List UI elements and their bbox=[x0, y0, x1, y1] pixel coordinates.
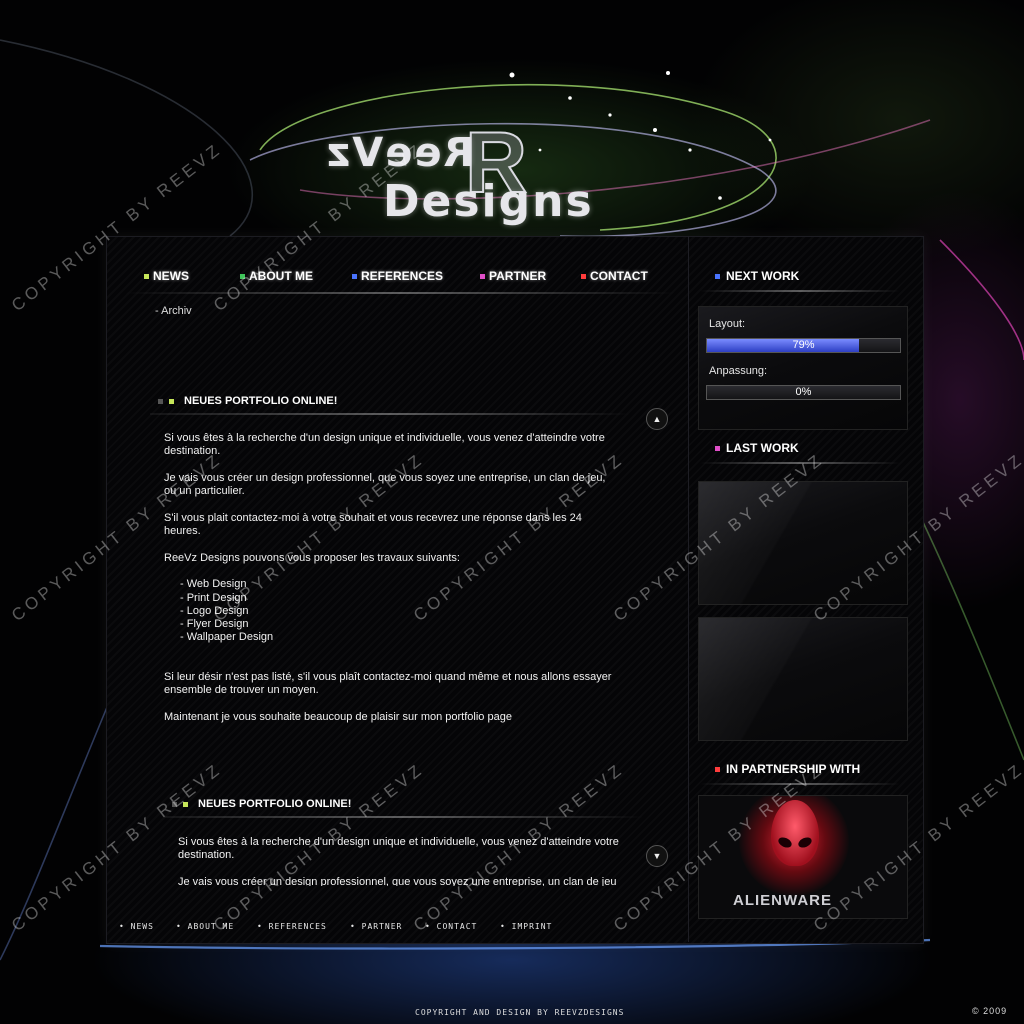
last-work-thumbnail[interactable] bbox=[698, 617, 908, 741]
footer-copyright: COPYRIGHT AND DESIGN BY REEVZDESIGNS bbox=[415, 1008, 625, 1017]
scroll-down-button[interactable]: ▼ bbox=[646, 845, 668, 867]
nav-label: CONTACT bbox=[590, 269, 648, 283]
footer-link-contact[interactable]: • CONTACT bbox=[425, 922, 477, 931]
post-paragraph: Je vais vous créer un design professionn… bbox=[164, 471, 606, 498]
last-work-thumbnail[interactable] bbox=[698, 481, 908, 605]
nav-item-about-me[interactable]: ABOUT ME bbox=[240, 269, 313, 283]
alienware-alien-icon bbox=[771, 800, 819, 866]
nav-label: PARTNER bbox=[489, 269, 547, 283]
thumbnail-gloss bbox=[699, 618, 907, 740]
footer-link-partner[interactable]: • PARTNER bbox=[350, 922, 402, 931]
thumbnail-gloss bbox=[699, 482, 907, 604]
progress-text: 79% bbox=[792, 339, 815, 351]
bullet-icon bbox=[715, 766, 720, 772]
bullet-icon bbox=[715, 445, 720, 451]
anpassung-progress-bar: 0% bbox=[706, 385, 901, 400]
partner-banner[interactable]: ALIENWARE bbox=[698, 795, 908, 919]
nav-item-partner[interactable]: PARTNER bbox=[480, 269, 546, 283]
arrow-down-icon: ▼ bbox=[652, 851, 662, 861]
footer-year: © 2009 bbox=[972, 1006, 1008, 1016]
nav-item-contact[interactable]: CONTACT bbox=[581, 269, 648, 283]
bullet-icon bbox=[144, 273, 149, 279]
sidebar-divider bbox=[688, 236, 689, 942]
next-work-heading: NEXT WORK bbox=[715, 269, 799, 283]
heading-underline bbox=[700, 290, 900, 292]
post-title-text: NEUES PORTFOLIO ONLINE! bbox=[198, 798, 352, 810]
logo-suffix: Designs bbox=[383, 176, 594, 227]
post-body: Si vous êtes à la recherche d'un design … bbox=[178, 836, 628, 886]
list-item: - Logo Design bbox=[180, 604, 249, 617]
post-paragraph: S'il vous plait contactez-moi à votre so… bbox=[164, 511, 582, 538]
alien-eye bbox=[776, 835, 794, 850]
list-item: - Flyer Design bbox=[180, 618, 249, 631]
post-title: NEUES PORTFOLIO ONLINE! bbox=[158, 388, 337, 414]
bullet-icon bbox=[581, 273, 586, 279]
heading-text: IN PARTNERSHIP WITH bbox=[726, 762, 861, 776]
post-paragraph: Je vais vous créer un design professionn… bbox=[178, 875, 617, 886]
footer-link-news[interactable]: • NEWS bbox=[119, 922, 154, 931]
nav-label: REFERENCES bbox=[361, 269, 444, 283]
progress-panel: Layout: 79% Anpassung: 0% bbox=[698, 306, 908, 430]
services-list: - Web Design - Print Design - Logo Desig… bbox=[164, 578, 614, 644]
post-paragraph: Si vous êtes à la recherche d'un design … bbox=[164, 432, 605, 458]
nav-label: ABOUT ME bbox=[249, 269, 313, 283]
heading-text: LAST WORK bbox=[726, 441, 799, 455]
post-title-underline bbox=[164, 816, 644, 818]
nav-underline bbox=[125, 292, 675, 294]
bullet-icon bbox=[480, 273, 485, 279]
bullet-icon bbox=[172, 801, 177, 807]
heading-underline bbox=[700, 783, 900, 785]
logo-wordmark: ReeVzDesigns bbox=[325, 130, 685, 227]
heading-underline bbox=[700, 462, 900, 464]
scroll-up-button[interactable]: ▲ bbox=[646, 408, 668, 430]
bullet-icon bbox=[183, 801, 188, 807]
anpassung-label: Anpassung: bbox=[709, 365, 768, 377]
bullet-icon bbox=[158, 398, 163, 404]
post-paragraph: Si leur désir n'est pas listé, s'il vous… bbox=[164, 670, 612, 697]
post-paragraph: ReeVz Designs pouvons vous proposer les … bbox=[164, 551, 460, 564]
footer-link-about-me[interactable]: • ABOUT ME bbox=[176, 922, 234, 931]
bullet-icon bbox=[240, 273, 245, 279]
partnership-heading: IN PARTNERSHIP WITH bbox=[715, 762, 860, 776]
layout-progress-bar: 79% bbox=[706, 338, 901, 353]
post-body: Si vous êtes à la recherche d'un design … bbox=[164, 432, 614, 737]
partner-name: ALIENWARE bbox=[733, 892, 832, 909]
bullet-icon bbox=[169, 398, 174, 404]
progress-text: 0% bbox=[795, 386, 812, 398]
post-paragraph: Si vous êtes à la recherche d'un design … bbox=[178, 836, 619, 862]
post-title: NEUES PORTFOLIO ONLINE! bbox=[172, 791, 351, 817]
last-work-heading: LAST WORK bbox=[715, 441, 799, 455]
logo-name: ReeVz bbox=[325, 130, 475, 176]
nav-item-references[interactable]: REFERENCES bbox=[352, 269, 443, 283]
layout-label: Layout: bbox=[709, 318, 746, 330]
site-logo[interactable]: R ReeVzDesigns bbox=[325, 114, 685, 227]
list-item: - Web Design bbox=[180, 578, 247, 591]
arrow-up-icon: ▲ bbox=[652, 414, 662, 424]
post-paragraph: Maintenant je vous souhaite beaucoup de … bbox=[164, 710, 512, 723]
bullet-icon bbox=[715, 273, 720, 279]
nav-label: NEWS bbox=[153, 269, 189, 283]
post-title-underline bbox=[150, 413, 630, 415]
list-item: - Wallpaper Design bbox=[180, 631, 274, 644]
footer-link-references[interactable]: • REFERENCES bbox=[257, 922, 327, 931]
footer-link-imprint[interactable]: • IMPRINT bbox=[500, 922, 552, 931]
nav-item-news[interactable]: NEWS bbox=[144, 269, 189, 283]
post-title-text: NEUES PORTFOLIO ONLINE! bbox=[184, 395, 338, 407]
archive-link[interactable]: - Archiv bbox=[155, 305, 192, 317]
heading-text: NEXT WORK bbox=[726, 269, 800, 283]
alien-eye bbox=[796, 835, 814, 850]
bullet-icon bbox=[352, 273, 357, 279]
list-item: - Print Design bbox=[180, 591, 247, 604]
